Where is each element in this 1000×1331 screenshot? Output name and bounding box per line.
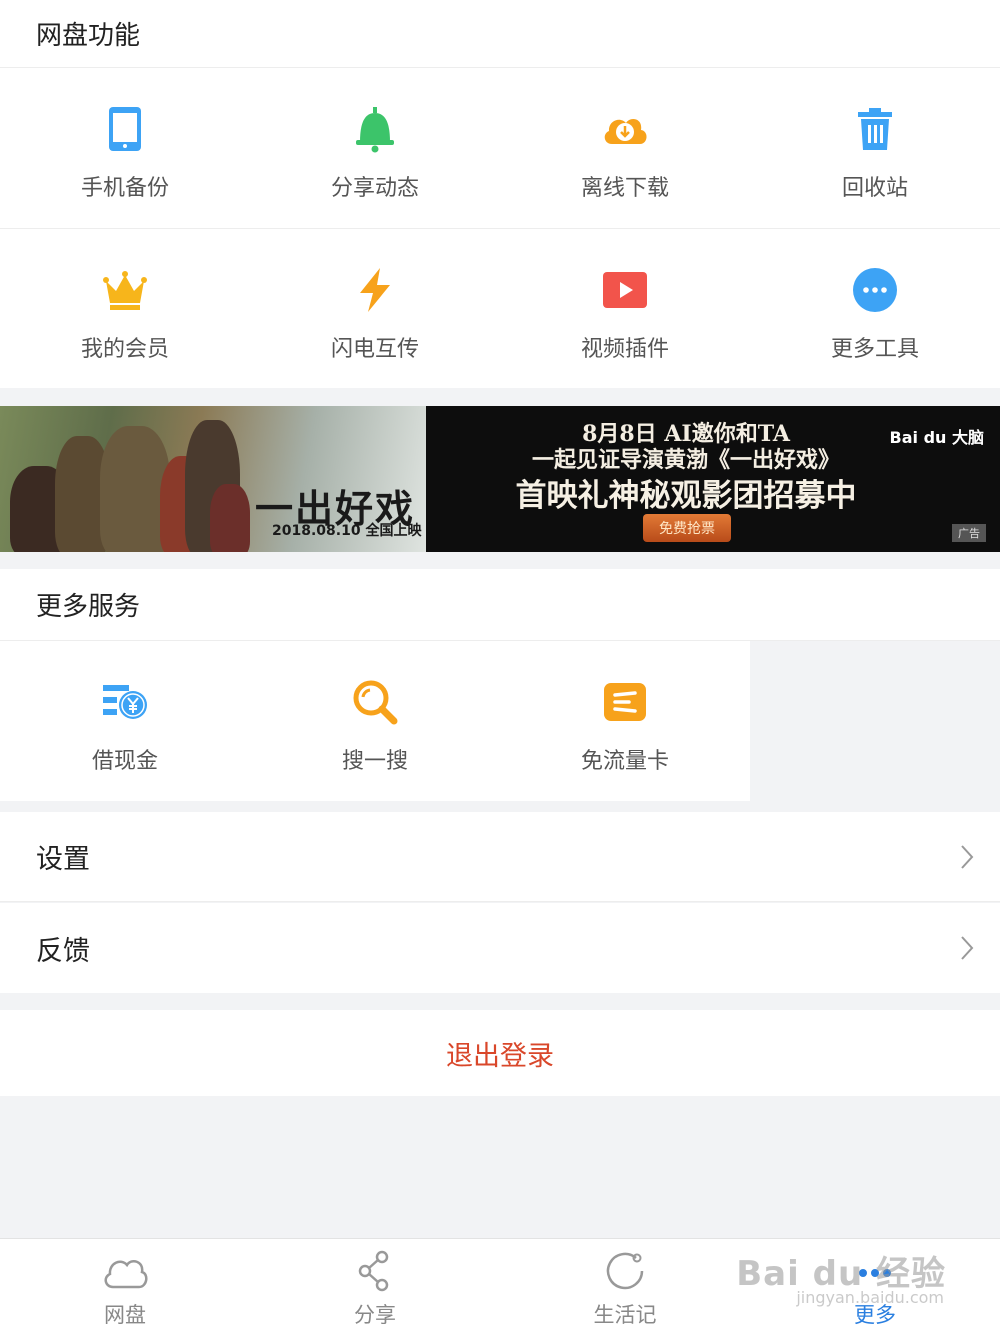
feature-recycle-bin[interactable]: 回收站 xyxy=(750,68,1000,228)
settings-row[interactable]: 设置 xyxy=(0,812,1000,902)
cloud-download-icon xyxy=(604,118,647,144)
logout-button[interactable]: 退出登录 xyxy=(0,1010,1000,1096)
feature-label: 我的会员 xyxy=(80,337,169,362)
more-dots-icon xyxy=(853,268,897,312)
banner-poster-date: 2018.08.10 全国上映 xyxy=(272,523,422,539)
chevron-right-icon xyxy=(961,936,974,960)
banner-line-3: 首映礼神秘观影团招募中 xyxy=(515,478,857,514)
phone-icon xyxy=(109,107,141,151)
service-cash-loan[interactable]: 借现金 xyxy=(0,641,250,801)
service-data-free-card[interactable]: 免流量卡 xyxy=(500,641,750,801)
settings-label: 设置 xyxy=(36,844,90,875)
feature-label: 分享动态 xyxy=(330,176,419,201)
tab-share[interactable]: 分享 xyxy=(250,1239,500,1331)
play-icon xyxy=(603,272,647,308)
section-title-netdisk: 网盘功能 xyxy=(0,0,1000,68)
share-icon xyxy=(358,1250,389,1292)
feature-label: 视频插件 xyxy=(580,337,669,362)
feature-video-plugin[interactable]: 视频插件 xyxy=(500,229,750,389)
netdisk-feature-grid: 手机备份 分享动态 离线下载 回收站 我的会员 闪电互传 视频插件 更多工具 xyxy=(0,68,1000,388)
section-title-netdisk-text: 网盘功能 xyxy=(36,21,141,51)
watermark-url: jingyan.baidu.com xyxy=(796,1288,944,1307)
feature-label: 手机备份 xyxy=(80,176,169,201)
feature-share-feed[interactable]: 分享动态 xyxy=(250,68,500,228)
bell-icon xyxy=(356,107,394,153)
service-label: 借现金 xyxy=(91,749,158,774)
lightning-icon xyxy=(360,268,390,312)
ad-banner[interactable]: 一出好戏 2018.08.10 全国上映 8月8日 AI邀你和TA 一起见证导演… xyxy=(0,406,1000,552)
cash-loan-icon xyxy=(103,685,147,719)
cloud-icon xyxy=(104,1259,148,1289)
feature-label: 更多工具 xyxy=(830,337,919,362)
refresh-circle-icon xyxy=(606,1252,644,1290)
section-title-services: 更多服务 xyxy=(0,569,1000,641)
feature-label: 回收站 xyxy=(841,176,908,201)
baidu-brain-logo: Bai du 大脑 xyxy=(889,428,984,447)
feature-offline-download[interactable]: 离线下载 xyxy=(500,68,750,228)
sim-card-icon xyxy=(604,683,646,721)
section-title-services-text: 更多服务 xyxy=(36,592,141,622)
tab-life-journal[interactable]: 生活记 xyxy=(500,1239,750,1331)
service-label: 搜一搜 xyxy=(341,749,408,774)
feature-my-membership[interactable]: 我的会员 xyxy=(0,229,250,389)
feature-label: 闪电互传 xyxy=(330,337,419,362)
feedback-label: 反馈 xyxy=(36,935,90,967)
service-search[interactable]: 搜一搜 xyxy=(250,641,500,801)
search-icon xyxy=(353,680,398,725)
service-label: 免流量卡 xyxy=(580,749,669,774)
tab-netdisk[interactable]: 网盘 xyxy=(0,1239,250,1331)
more-services-grid: 借现金 搜一搜 免流量卡 xyxy=(0,641,750,801)
feature-phone-backup[interactable]: 手机备份 xyxy=(0,68,250,228)
feature-more-tools[interactable]: 更多工具 xyxy=(750,229,1000,389)
trash-icon xyxy=(858,108,892,150)
chevron-right-icon xyxy=(961,845,974,869)
feature-lightning-transfer[interactable]: 闪电互传 xyxy=(250,229,500,389)
tab-label: 生活记 xyxy=(593,1303,657,1327)
ad-tag: 广告 xyxy=(952,524,986,542)
banner-free-ticket-button[interactable]: 免费抢票 xyxy=(643,514,731,542)
tab-label: 网盘 xyxy=(104,1303,146,1327)
tab-label: 分享 xyxy=(354,1303,396,1327)
crown-icon xyxy=(103,271,147,310)
feature-label: 离线下载 xyxy=(580,176,669,201)
feedback-row[interactable]: 反馈 xyxy=(0,903,1000,993)
